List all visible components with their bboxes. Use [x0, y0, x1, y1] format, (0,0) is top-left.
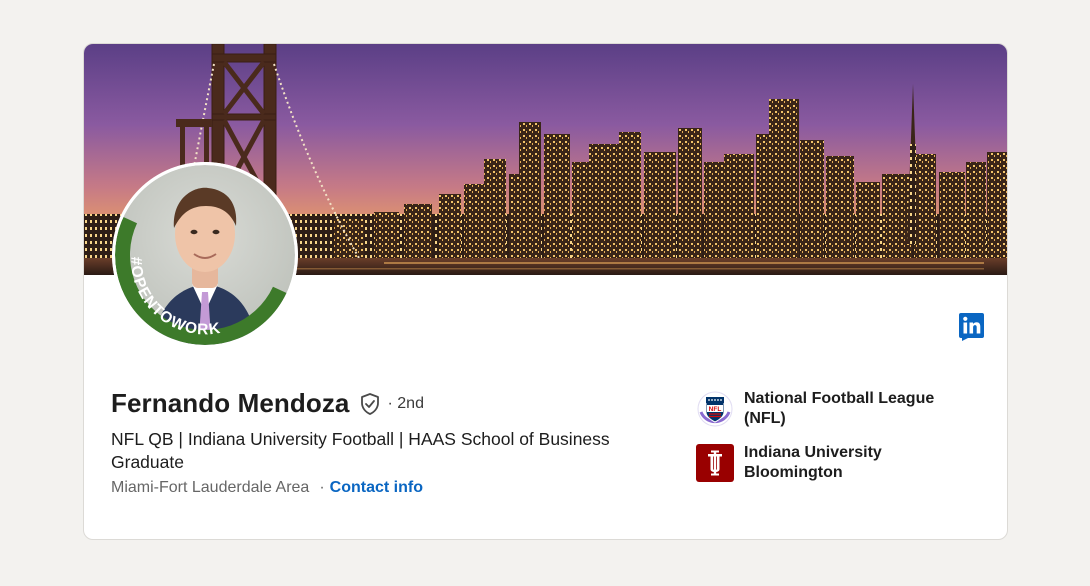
profile-photo[interactable]: #OPENTOWORK — [112, 162, 298, 348]
org-item-nfl[interactable]: NFL National Football League (NFL) — [696, 389, 974, 429]
profile-headline: NFL QB | Indiana University Football | H… — [111, 429, 610, 472]
svg-text:NFL: NFL — [709, 406, 722, 413]
profile-location: Miami-Fort Lauderdale Area — [111, 479, 310, 496]
verified-shield-icon[interactable] — [358, 392, 382, 416]
profile-name: Fernando Mendoza — [111, 388, 350, 418]
org-name: National Football League (NFL) — [744, 390, 935, 427]
separator: · — [319, 479, 325, 496]
org-item-indiana[interactable]: Indiana University Bloomington — [696, 443, 974, 483]
location-row: Miami-Fort Lauderdale Area · Contact inf… — [111, 479, 423, 497]
name-row: Fernando Mendoza · 2nd — [111, 388, 424, 419]
contact-info-link[interactable]: Contact info — [330, 479, 423, 497]
nfl-logo-icon: NFL — [696, 390, 734, 428]
indiana-university-logo-icon — [696, 444, 734, 482]
linkedin-icon[interactable] — [959, 313, 984, 341]
org-name: Indiana University Bloomington — [744, 444, 882, 481]
connection-degree: · 2nd — [387, 394, 424, 412]
